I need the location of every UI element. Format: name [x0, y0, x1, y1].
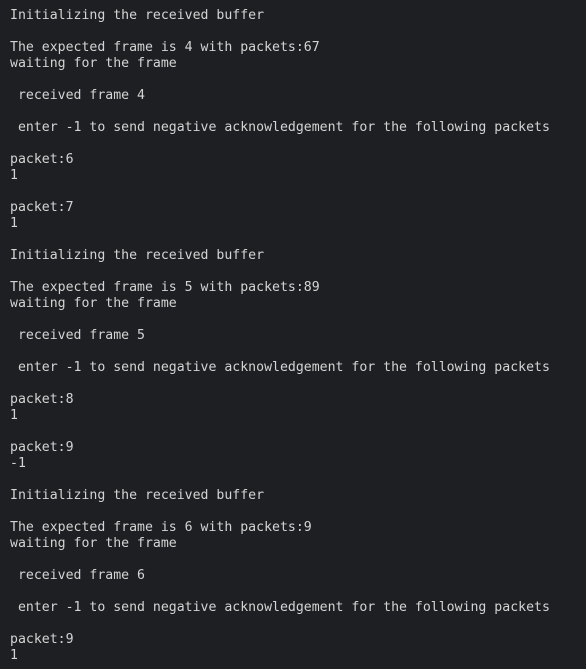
- output-line-prompt: enter -1 to send negative acknowledgemen…: [10, 600, 550, 615]
- output-line-user-input: 1: [10, 408, 18, 423]
- output-line-blank: [10, 264, 586, 280]
- output-line-waiting: waiting for the frame: [10, 536, 177, 551]
- output-line-blank: [10, 472, 586, 488]
- output-line-received-frame: received frame 5: [10, 328, 145, 343]
- output-line-user-input: 1: [10, 216, 18, 231]
- output-line-user-input: 1: [10, 648, 18, 663]
- output-line-packet: packet:9: [10, 632, 74, 647]
- output-line-blank: [10, 24, 586, 40]
- output-line-packet: packet:7: [10, 200, 74, 215]
- output-line-blank: [10, 232, 586, 248]
- output-line-blank: [10, 376, 586, 392]
- output-line-prompt: enter -1 to send negative acknowledgemen…: [10, 360, 550, 375]
- output-line-waiting: waiting for the frame: [10, 296, 177, 311]
- output-line-received-frame: received frame 4: [10, 88, 145, 103]
- output-line-packet: packet:9: [10, 440, 74, 455]
- output-line-received-frame: received frame 6: [10, 568, 145, 583]
- output-line-blank: [10, 552, 586, 568]
- terminal-output[interactable]: Initializing the received buffer The exp…: [0, 0, 586, 669]
- output-line-packet: packet:6: [10, 152, 74, 167]
- output-line-blank: [10, 584, 586, 600]
- output-line-expected-frame: The expected frame is 5 with packets:89: [10, 280, 320, 295]
- output-line-expected-frame: The expected frame is 4 with packets:67: [10, 40, 320, 55]
- output-line-blank: [10, 424, 586, 440]
- output-line-expected-frame: The expected frame is 6 with packets:9: [10, 520, 312, 535]
- output-line-blank: [10, 312, 586, 328]
- output-line-blank: [10, 344, 586, 360]
- output-line-blank: [10, 136, 586, 152]
- output-line-waiting: waiting for the frame: [10, 56, 177, 71]
- output-line-prompt: enter -1 to send negative acknowledgemen…: [10, 120, 550, 135]
- output-line-status: Initializing the received buffer: [10, 488, 265, 503]
- output-line-blank: [10, 504, 586, 520]
- output-line-user-input: 1: [10, 168, 18, 183]
- output-line-status: Initializing the received buffer: [10, 8, 265, 23]
- output-line-blank: [10, 184, 586, 200]
- output-line-user-input: -1: [10, 456, 26, 471]
- output-line-status: Initializing the received buffer: [10, 248, 265, 263]
- output-line-blank: [10, 104, 586, 120]
- output-line-blank: [10, 72, 586, 88]
- output-line-packet: packet:8: [10, 392, 74, 407]
- output-line-blank: [10, 616, 586, 632]
